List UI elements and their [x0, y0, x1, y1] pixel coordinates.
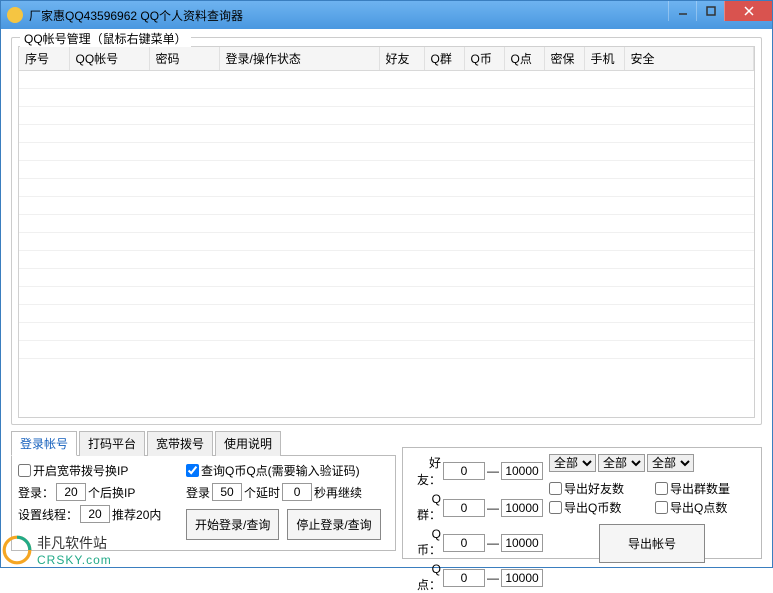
table-row[interactable]: [19, 251, 754, 269]
tab-login[interactable]: 登录帐号: [11, 431, 77, 456]
login-interval-input[interactable]: [56, 483, 86, 501]
start-login-button[interactable]: 开始登录/查询: [186, 509, 279, 540]
bottom-area: 登录帐号 打码平台 宽带拨号 使用说明 开启宽带拨号换IP 登录： 个后换IP: [11, 431, 762, 559]
thread-input[interactable]: [80, 505, 110, 523]
col-status[interactable]: 登录/操作状态: [219, 47, 379, 71]
thread-suffix: 推荐20内: [112, 506, 161, 523]
table-row[interactable]: [19, 89, 754, 107]
table-row[interactable]: [19, 269, 754, 287]
col-safe[interactable]: 安全: [624, 47, 754, 71]
login-count-prefix: 登录: [186, 484, 210, 501]
table-row[interactable]: [19, 71, 754, 89]
window-title: 厂家惠QQ43596962 QQ个人资料查询器: [29, 7, 243, 24]
window-buttons: [668, 1, 772, 21]
friends-max-input[interactable]: [501, 462, 543, 480]
qb-min-input[interactable]: [443, 534, 485, 552]
table-row[interactable]: [19, 323, 754, 341]
friends-min-input[interactable]: [443, 462, 485, 480]
groups-min-input[interactable]: [443, 499, 485, 517]
query-qb-checkbox[interactable]: 查询Q币Q点(需要输入验证码): [186, 462, 389, 479]
tab-dial[interactable]: 宽带拨号: [147, 431, 213, 456]
tab-panel-login: 开启宽带拨号换IP 登录： 个后换IP 设置线程： 推荐20内: [11, 455, 396, 551]
tab-dama[interactable]: 打码平台: [79, 431, 145, 456]
qd-max-input[interactable]: [501, 569, 543, 587]
col-qq[interactable]: QQ帐号: [69, 47, 149, 71]
login-count-input[interactable]: [212, 483, 242, 501]
table-row[interactable]: [19, 125, 754, 143]
table-row[interactable]: [19, 287, 754, 305]
delay-input[interactable]: [282, 483, 312, 501]
left-panel: 登录帐号 打码平台 宽带拨号 使用说明 开启宽带拨号换IP 登录： 个后换IP: [11, 431, 396, 559]
table-row[interactable]: [19, 305, 754, 323]
app-icon: [7, 7, 23, 23]
col-index[interactable]: 序号: [19, 47, 69, 71]
table-row[interactable]: [19, 233, 754, 251]
tab-bar: 登录帐号 打码平台 宽带拨号 使用说明: [11, 431, 396, 456]
app-window: 厂家惠QQ43596962 QQ个人资料查询器 QQ帐号管理（鼠标右键菜单） 序…: [0, 0, 773, 568]
col-phone[interactable]: 手机: [584, 47, 624, 71]
account-table[interactable]: 序号 QQ帐号 密码 登录/操作状态 好友 Q群 Q币 Q点 密保 手机 安全: [18, 46, 755, 418]
maximize-button[interactable]: [696, 1, 724, 21]
table-header-row: 序号 QQ帐号 密码 登录/操作状态 好友 Q群 Q币 Q点 密保 手机 安全: [19, 47, 754, 71]
col-password[interactable]: 密码: [149, 47, 219, 71]
groupbox-legend: QQ帐号管理（鼠标右键菜单）: [20, 30, 191, 47]
close-button[interactable]: [724, 1, 772, 21]
col-qd[interactable]: Q点: [504, 47, 544, 71]
thread-prefix: 设置线程：: [18, 506, 78, 523]
stop-login-button[interactable]: 停止登录/查询: [287, 509, 380, 540]
qb-max-input[interactable]: [501, 534, 543, 552]
table-row[interactable]: [19, 215, 754, 233]
login-prefix: 登录：: [18, 484, 54, 501]
minimize-button[interactable]: [668, 1, 696, 21]
table-row[interactable]: [19, 197, 754, 215]
export-button[interactable]: 导出帐号: [599, 524, 705, 563]
client-area: QQ帐号管理（鼠标右键菜单） 序号 QQ帐号 密码 登录/操作状态 好友 Q群 …: [1, 29, 772, 567]
filter-select-3[interactable]: 全部: [647, 454, 694, 472]
table-row[interactable]: [19, 143, 754, 161]
delay-prefix: 个延时: [244, 484, 280, 501]
table-row[interactable]: [19, 161, 754, 179]
groups-max-input[interactable]: [501, 499, 543, 517]
table-row[interactable]: [19, 107, 754, 125]
delay-suffix: 秒再继续: [314, 484, 362, 501]
qb-label: Q币：: [409, 527, 441, 558]
groups-label: Q群：: [409, 492, 441, 523]
table-row[interactable]: [19, 179, 754, 197]
export-qb-checkbox[interactable]: 导出Q币数: [549, 499, 649, 516]
col-qb[interactable]: Q币: [464, 47, 504, 71]
tab-help[interactable]: 使用说明: [215, 431, 281, 456]
export-qd-checkbox[interactable]: 导出Q点数: [655, 499, 755, 516]
export-friends-checkbox[interactable]: 导出好友数: [549, 480, 649, 497]
col-secret[interactable]: 密保: [544, 47, 584, 71]
table-row[interactable]: [19, 341, 754, 359]
qd-min-input[interactable]: [443, 569, 485, 587]
login-suffix: 个后换IP: [88, 484, 135, 501]
enable-dial-checkbox[interactable]: 开启宽带拨号换IP: [18, 462, 178, 479]
export-groups-checkbox[interactable]: 导出群数量: [655, 480, 755, 497]
filter-select-2[interactable]: 全部: [598, 454, 645, 472]
col-friends[interactable]: 好友: [379, 47, 424, 71]
titlebar[interactable]: 厂家惠QQ43596962 QQ个人资料查询器: [1, 1, 772, 29]
col-groups[interactable]: Q群: [424, 47, 464, 71]
friends-label: 好友：: [409, 454, 441, 488]
filter-panel: 好友：— Q群：— Q币：— Q点：— 全部 全部 全部 导出好友数 导出群数量…: [402, 447, 762, 559]
account-groupbox: QQ帐号管理（鼠标右键菜单） 序号 QQ帐号 密码 登录/操作状态 好友 Q群 …: [11, 37, 762, 425]
filter-select-1[interactable]: 全部: [549, 454, 596, 472]
qd-label: Q点：: [409, 562, 441, 593]
